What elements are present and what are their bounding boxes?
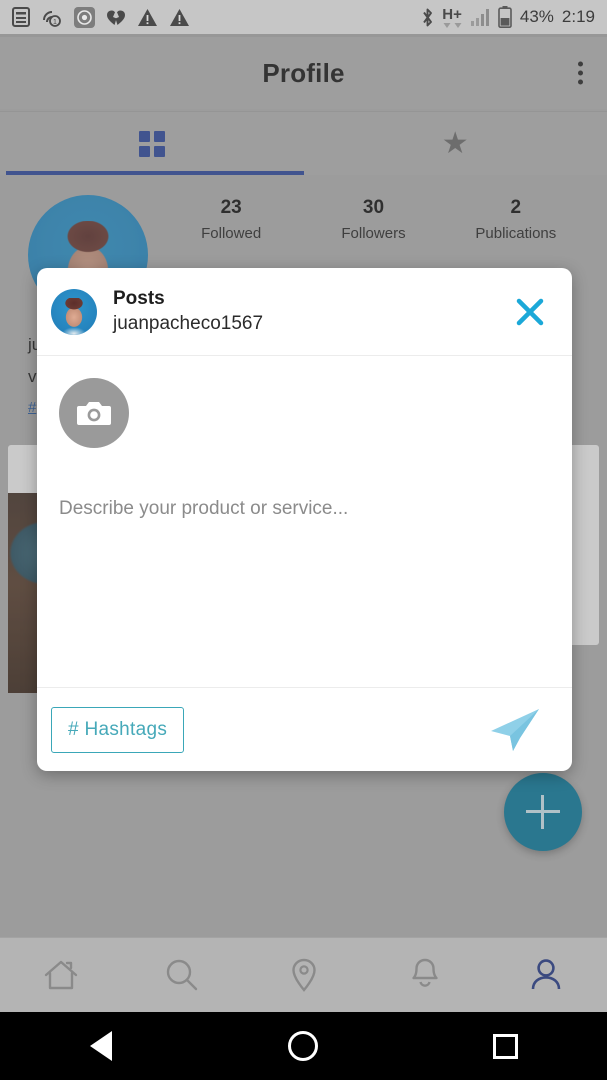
profile-stats: 23 Followed 30 Followers 2 Publications bbox=[160, 197, 587, 242]
warning-triangle-icon bbox=[137, 8, 158, 27]
nav-profile[interactable] bbox=[486, 956, 607, 994]
send-paper-plane-icon bbox=[491, 708, 539, 751]
nav-home[interactable] bbox=[0, 956, 121, 994]
stat-label: Publications bbox=[475, 225, 557, 242]
stat-publications[interactable]: 2 Publications bbox=[445, 197, 587, 242]
stat-followed[interactable]: 23 Followed bbox=[160, 197, 302, 242]
bell-icon bbox=[412, 958, 438, 987]
sim-card-icon bbox=[12, 7, 30, 27]
network-type-indicator: H+ bbox=[442, 7, 462, 28]
svg-text:1: 1 bbox=[53, 19, 57, 26]
camera-icon bbox=[77, 402, 111, 425]
stat-followers[interactable]: 30 Followers bbox=[302, 197, 444, 242]
dialog-title-block: Posts juanpacheco1567 bbox=[113, 288, 263, 335]
nav-notifications[interactable] bbox=[364, 956, 485, 994]
grid-icon bbox=[138, 130, 165, 157]
dialog-header: Posts juanpacheco1567 bbox=[37, 268, 572, 356]
dialog-body: Describe your product or service... bbox=[37, 356, 572, 687]
clock-label: 2:19 bbox=[561, 7, 595, 26]
add-photo-button[interactable] bbox=[59, 378, 129, 448]
back-triangle-icon bbox=[90, 1031, 113, 1061]
dialog-username: juanpacheco1567 bbox=[113, 313, 264, 334]
stat-label: Followed bbox=[201, 225, 262, 242]
android-home-button[interactable] bbox=[202, 1031, 404, 1061]
data-arrows-icon bbox=[443, 20, 462, 28]
home-icon bbox=[44, 960, 77, 990]
bottom-navigation bbox=[0, 937, 607, 1012]
star-icon: ★ bbox=[441, 126, 469, 160]
send-post-button[interactable] bbox=[482, 699, 548, 761]
plus-icon bbox=[526, 795, 560, 829]
close-x-icon bbox=[516, 298, 544, 325]
avatar-face bbox=[60, 297, 88, 335]
stat-value: 30 bbox=[362, 197, 385, 218]
dialog-title: Posts bbox=[113, 288, 165, 309]
android-recents-button[interactable] bbox=[405, 1033, 607, 1059]
location-pin-icon bbox=[291, 958, 316, 992]
page-title: Profile bbox=[262, 57, 345, 88]
nav-search[interactable] bbox=[121, 956, 242, 994]
recents-square-icon bbox=[493, 1033, 519, 1059]
tab-grid[interactable] bbox=[0, 112, 304, 175]
status-bar: 1 H+ 43% 2:19 bbox=[0, 0, 607, 34]
android-back-button[interactable] bbox=[0, 1031, 202, 1061]
create-post-dialog: Posts juanpacheco1567 Describe your prod… bbox=[37, 268, 572, 771]
add-post-fab[interactable] bbox=[504, 773, 582, 851]
stat-label: Followers bbox=[341, 225, 406, 242]
tab-starred[interactable]: ★ bbox=[304, 112, 607, 175]
user-avatar bbox=[51, 288, 97, 335]
hashtags-button[interactable]: # Hashtags bbox=[51, 706, 185, 753]
android-navigation-bar bbox=[0, 1012, 607, 1080]
signal-bars-icon bbox=[470, 8, 490, 26]
nav-location[interactable] bbox=[243, 956, 364, 994]
app-bar: Profile bbox=[0, 37, 607, 109]
screen-record-icon bbox=[74, 6, 95, 28]
stat-value: 2 bbox=[510, 197, 522, 218]
battery-percent-label: 43% bbox=[519, 7, 554, 26]
battery-icon bbox=[498, 6, 512, 28]
warning-triangle-icon bbox=[169, 8, 190, 27]
more-vertical-icon[interactable] bbox=[572, 56, 589, 91]
home-circle-icon bbox=[288, 1031, 319, 1061]
close-dialog-button[interactable] bbox=[508, 290, 552, 334]
status-bar-left-icons: 1 bbox=[12, 6, 190, 28]
broken-heart-icon bbox=[106, 8, 126, 27]
person-icon bbox=[532, 959, 561, 990]
dialog-footer: # Hashtags bbox=[37, 687, 572, 771]
cast-warning-icon: 1 bbox=[41, 7, 63, 27]
status-bar-right-icons: H+ 43% 2:19 bbox=[421, 6, 595, 28]
description-input[interactable]: Describe your product or service... bbox=[59, 498, 550, 520]
bluetooth-icon bbox=[421, 7, 434, 28]
stat-value: 23 bbox=[220, 197, 242, 218]
profile-tabs: ★ bbox=[0, 111, 607, 175]
search-icon bbox=[166, 959, 198, 991]
phone-screen: 1 H+ 43% 2:19 Profile ★ 23 Followed 30 F… bbox=[0, 0, 607, 1080]
